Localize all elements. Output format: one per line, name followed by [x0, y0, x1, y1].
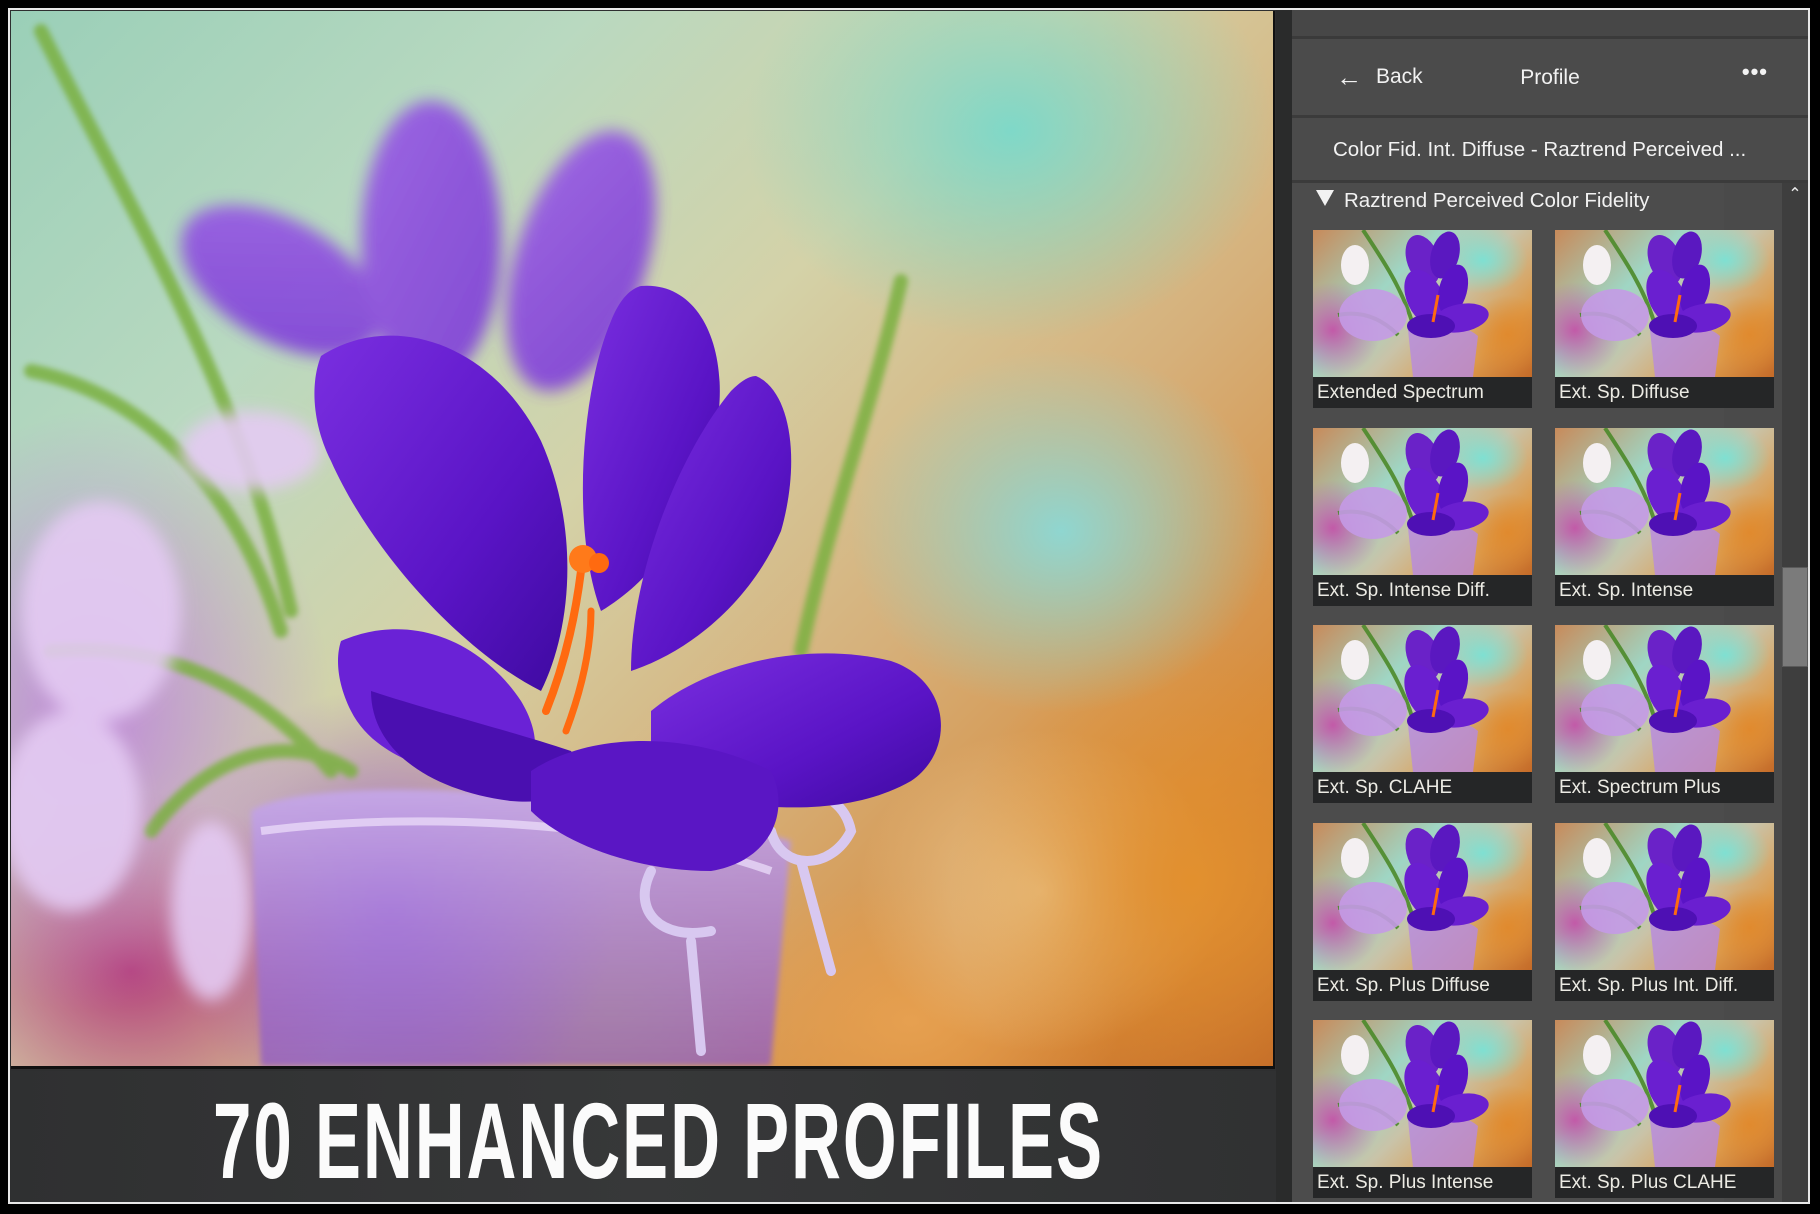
- profile-preview-image: [1555, 230, 1774, 377]
- panel-top-bar: [1292, 10, 1808, 39]
- profile-preview-image: [1555, 823, 1774, 970]
- thumbnail-flower-icon: [1579, 230, 1731, 377]
- profile-preview-image: [1313, 823, 1532, 970]
- profile-preview-image: [1555, 428, 1774, 575]
- panel-divider: [1276, 10, 1292, 1202]
- profile-thumbnail[interactable]: Ext. Spectrum Plus: [1555, 625, 1774, 803]
- profile-thumbnail[interactable]: Ext. Sp. Plus Int. Diff.: [1555, 823, 1774, 1001]
- preview-photo: [11, 11, 1275, 1069]
- chevron-up-icon[interactable]: ⌃: [1782, 185, 1808, 205]
- profile-preview-image: [1555, 625, 1774, 772]
- profile-thumbnail-label: Ext. Sp. Plus CLAHE: [1555, 1167, 1774, 1198]
- promo-frame: 70 ENHANCED PROFILES ← Back Profile ••• …: [8, 8, 1810, 1204]
- panel-header: ← Back Profile •••: [1292, 39, 1808, 118]
- profile-preview-image: [1313, 230, 1532, 377]
- profile-thumbnail-label: Ext. Sp. Intense Diff.: [1313, 575, 1532, 606]
- profile-thumbnail-label: Ext. Sp. CLAHE: [1313, 772, 1532, 803]
- profile-thumbnail[interactable]: Extended Spectrum: [1313, 230, 1532, 408]
- profile-thumbnail-label: Ext. Spectrum Plus: [1555, 772, 1774, 803]
- profile-thumbnail-label: Ext. Sp. Plus Int. Diff.: [1555, 970, 1774, 1001]
- selected-profile-name: Color Fid. Int. Diffuse - Raztrend Perce…: [1333, 138, 1747, 161]
- thumbnail-flower-icon: [1579, 823, 1731, 970]
- thumbnail-flower-icon: [1337, 428, 1489, 575]
- scrollbar-thumb[interactable]: [1782, 567, 1808, 667]
- thumbnail-flower-icon: [1579, 1020, 1731, 1167]
- profile-thumbnail-label: Extended Spectrum: [1313, 377, 1532, 408]
- banner-headline: 70 ENHANCED PROFILES: [213, 1080, 1105, 1201]
- triangle-down-icon: [1316, 190, 1334, 206]
- profile-thumbnail[interactable]: Ext. Sp. Plus Diffuse: [1313, 823, 1532, 1001]
- profile-group-header[interactable]: Raztrend Perceived Color Fidelity: [1292, 183, 1722, 217]
- profile-thumbnail[interactable]: Ext. Sp. Plus CLAHE: [1555, 1020, 1774, 1198]
- profile-thumbnail[interactable]: Ext. Sp. Intense Diff.: [1313, 428, 1532, 606]
- profile-thumbnail-label: Ext. Sp. Intense: [1555, 575, 1774, 606]
- more-horizontal-icon: •••: [1741, 59, 1768, 84]
- profile-browser-panel: ← Back Profile ••• Color Fid. Int. Diffu…: [1292, 10, 1808, 1202]
- panel-title: Profile: [1520, 66, 1580, 89]
- profile-preview-image: [1313, 428, 1532, 575]
- profile-thumbnail[interactable]: Ext. Sp. Intense: [1555, 428, 1774, 606]
- thumbnail-flower-icon: [1579, 625, 1731, 772]
- thumbnail-flower-icon: [1337, 823, 1489, 970]
- panel-scrollbar[interactable]: ⌃: [1782, 183, 1808, 1202]
- profile-preview-image: [1313, 625, 1532, 772]
- profile-thumbnail[interactable]: Ext. Sp. Diffuse: [1555, 230, 1774, 408]
- thumbnail-flower-icon: [1337, 230, 1489, 377]
- profile-preview-image: [1313, 1020, 1532, 1167]
- promo-banner: 70 ENHANCED PROFILES: [11, 1071, 1276, 1202]
- profile-thumbnail[interactable]: Ext. Sp. CLAHE: [1313, 625, 1532, 803]
- selected-profile-field[interactable]: Color Fid. Int. Diffuse - Raztrend Perce…: [1292, 118, 1808, 183]
- thumbnail-flower-icon: [1579, 428, 1731, 575]
- crocus-illustration: [11, 24, 941, 1066]
- thumbnail-flower-icon: [1337, 625, 1489, 772]
- profile-group-label: Raztrend Perceived Color Fidelity: [1344, 189, 1650, 212]
- profile-preview-image: [1555, 1020, 1774, 1167]
- profile-thumbnail-label: Ext. Sp. Plus Intense: [1313, 1167, 1532, 1198]
- profile-thumbnail-label: Ext. Sp. Plus Diffuse: [1313, 970, 1532, 1001]
- profile-thumbnail[interactable]: Ext. Sp. Plus Intense: [1313, 1020, 1532, 1198]
- thumbnail-flower-icon: [1337, 1020, 1489, 1167]
- profile-thumbnail-label: Ext. Sp. Diffuse: [1555, 377, 1774, 408]
- more-options-button[interactable]: •••: [1742, 59, 1768, 85]
